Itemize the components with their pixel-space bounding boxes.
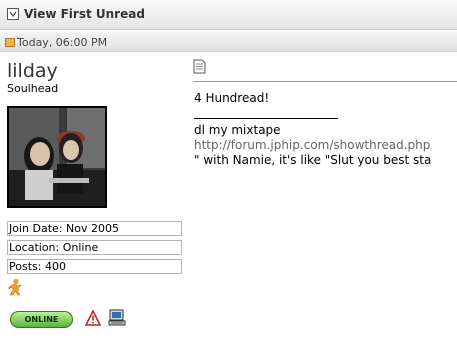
report-icon[interactable] [84, 309, 102, 330]
signature-link[interactable]: http://forum.jphip.com/showthread.php [194, 138, 430, 152]
thread-icon [7, 8, 19, 20]
signature-divider [194, 118, 338, 119]
avatar [7, 106, 107, 208]
online-status-badge: ONLINE [10, 311, 73, 328]
view-first-unread-link[interactable]: View First Unread [24, 7, 145, 21]
signature-text: " with Namie, it's like "Slut you best s… [194, 153, 432, 167]
aim-icon[interactable] [8, 278, 22, 300]
join-date: Join Date: Nov 2005 [7, 221, 182, 236]
thread-title-bar: View First Unread [0, 0, 457, 30]
message-icon [193, 59, 206, 78]
message-divider [193, 81, 457, 82]
username[interactable]: lilday [7, 60, 58, 82]
computer-icon[interactable] [108, 309, 126, 331]
signature-line: dl my mixtape [194, 123, 281, 137]
post-count: Posts: 400 [7, 259, 182, 274]
post-icon [5, 38, 15, 47]
post-date: Today, 06:00 PM [17, 36, 108, 49]
message-text: 4 Hundread! [194, 91, 270, 105]
location: Location: Online [7, 240, 182, 255]
user-title: Soulhead [7, 82, 59, 95]
